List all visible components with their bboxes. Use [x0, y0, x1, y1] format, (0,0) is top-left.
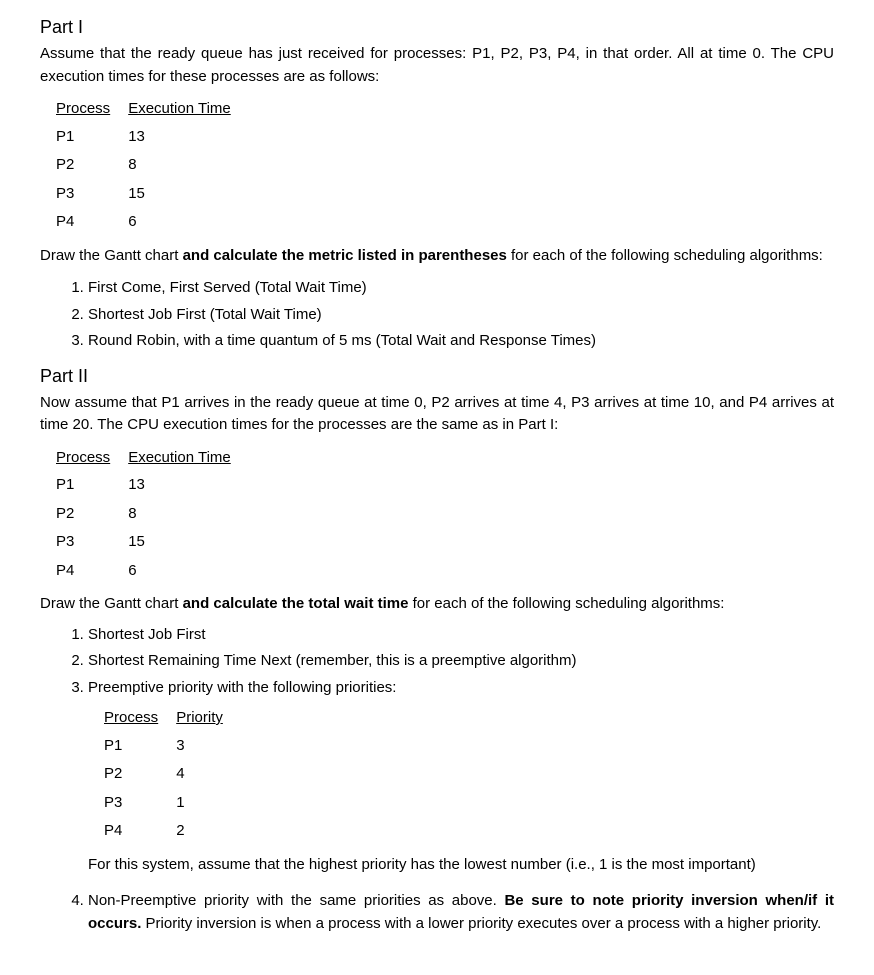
list-item: Non-Preemptive priority with the same pr… [88, 882, 834, 937]
table-header-process: Process [104, 705, 176, 732]
cell-time: 15 [128, 528, 249, 557]
cell-process: P3 [56, 180, 128, 209]
instruction-bold: and calculate the total wait time [183, 595, 409, 612]
list-item: Shortest Job First [88, 622, 834, 649]
part2-algorithm-list: Shortest Job First Shortest Remaining Ti… [40, 622, 834, 938]
cell-process: P1 [104, 732, 176, 761]
cell-process: P2 [104, 760, 176, 789]
table-row: P3 1 [104, 789, 241, 818]
cell-priority: 4 [176, 760, 241, 789]
instruction-post: for each of the following scheduling alg… [408, 595, 724, 612]
instruction-bold: and calculate the metric listed in paren… [183, 247, 507, 264]
cell-process: P4 [104, 817, 176, 846]
part2-instruction: Draw the Gantt chart and calculate the t… [40, 593, 834, 616]
cell-time: 6 [128, 208, 249, 237]
part1-algorithm-list: First Come, First Served (Total Wait Tim… [40, 275, 834, 355]
table-header-priority: Priority [176, 705, 241, 732]
table-row: P4 2 [104, 817, 241, 846]
cell-time: 13 [128, 123, 249, 152]
table-row: P1 13 [56, 123, 249, 152]
cell-process: P1 [56, 471, 128, 500]
list-item: Preemptive priority with the following p… [88, 675, 834, 883]
table-row: P2 8 [56, 500, 249, 529]
part1-heading: Part I [40, 14, 834, 41]
instruction-pre: Draw the Gantt chart [40, 247, 183, 264]
table-row: P2 4 [104, 760, 241, 789]
list-item: Shortest Job First (Total Wait Time) [88, 302, 834, 329]
part2-intro: Now assume that P1 arrives in the ready … [40, 392, 834, 437]
cell-time: 8 [128, 500, 249, 529]
item4-post: Priority inversion is when a process wit… [141, 915, 821, 932]
cell-time: 13 [128, 471, 249, 500]
priority-table: Process Priority P1 3 P2 4 P3 1 P4 2 [104, 705, 241, 846]
part1-process-table: Process Execution Time P1 13 P2 8 P3 15 … [56, 96, 249, 237]
cell-time: 6 [128, 557, 249, 586]
list-item: Round Robin, with a time quantum of 5 ms… [88, 328, 834, 355]
table-header-process: Process [56, 96, 128, 123]
priority-note: For this system, assume that the highest… [88, 854, 834, 877]
cell-priority: 2 [176, 817, 241, 846]
list-item: Shortest Remaining Time Next (remember, … [88, 648, 834, 675]
cell-process: P1 [56, 123, 128, 152]
part2-process-table: Process Execution Time P1 13 P2 8 P3 15 … [56, 445, 249, 586]
table-row: P4 6 [56, 557, 249, 586]
table-header-exectime: Execution Time [128, 445, 249, 472]
table-header-process: Process [56, 445, 128, 472]
part1-instruction: Draw the Gantt chart and calculate the m… [40, 245, 834, 268]
cell-process: P4 [56, 557, 128, 586]
part2-heading: Part II [40, 363, 834, 390]
cell-priority: 1 [176, 789, 241, 818]
cell-time: 15 [128, 180, 249, 209]
table-row: P2 8 [56, 151, 249, 180]
table-row: P1 3 [104, 732, 241, 761]
cell-process: P2 [56, 151, 128, 180]
instruction-post: for each of the following scheduling alg… [507, 247, 823, 264]
cell-process: P2 [56, 500, 128, 529]
cell-time: 8 [128, 151, 249, 180]
cell-process: P4 [56, 208, 128, 237]
table-row: P4 6 [56, 208, 249, 237]
list-item: First Come, First Served (Total Wait Tim… [88, 275, 834, 302]
table-row: P3 15 [56, 528, 249, 557]
list-item-text: Preemptive priority with the following p… [88, 679, 396, 696]
part1-intro: Assume that the ready queue has just rec… [40, 43, 834, 88]
instruction-pre: Draw the Gantt chart [40, 595, 183, 612]
cell-priority: 3 [176, 732, 241, 761]
table-header-exectime: Execution Time [128, 96, 249, 123]
table-row: P1 13 [56, 471, 249, 500]
cell-process: P3 [56, 528, 128, 557]
item4-pre: Non-Preemptive priority with the same pr… [88, 892, 504, 909]
table-row: P3 15 [56, 180, 249, 209]
cell-process: P3 [104, 789, 176, 818]
